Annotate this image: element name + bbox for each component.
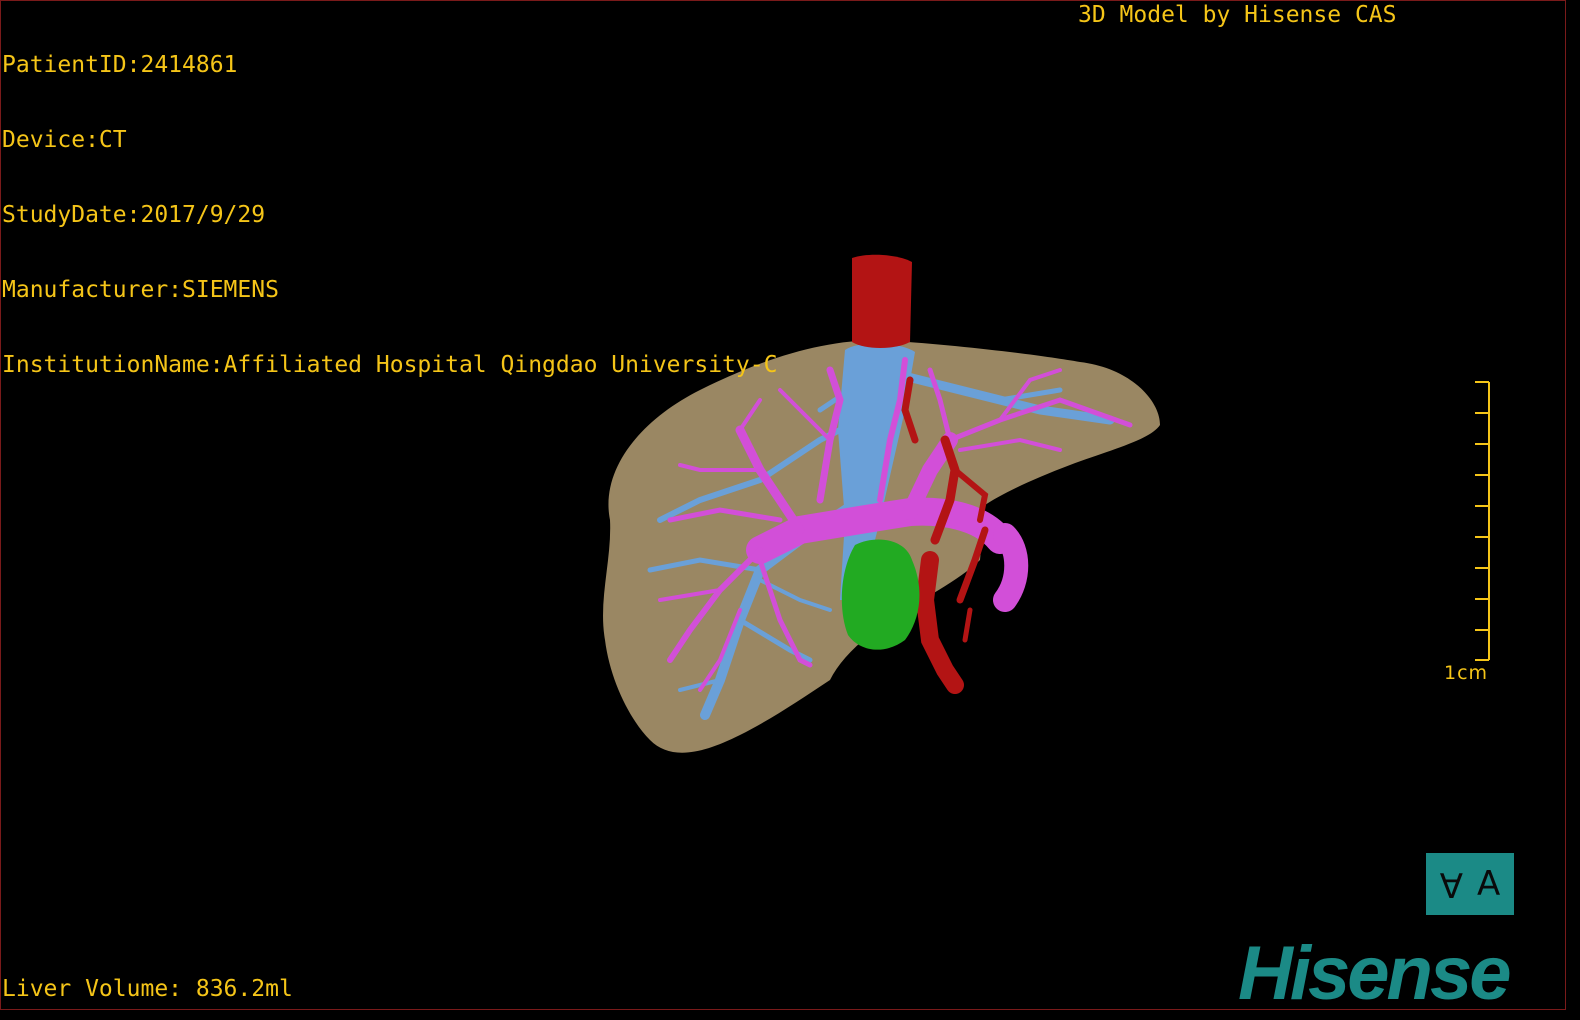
tumor: [841, 539, 920, 650]
device: Device:CT: [2, 127, 127, 153]
orientation-cube-icon[interactable]: A A: [1426, 853, 1514, 915]
scale-bar: [1475, 381, 1490, 661]
institution-name: InstitutionName:Affiliated Hospital Qing…: [2, 352, 778, 378]
orientation-glyph-left: A: [1439, 864, 1463, 904]
model-credit: 3D Model by Hisense CAS: [1078, 2, 1397, 28]
liver-volume: Liver Volume: 836.2ml: [2, 976, 293, 1002]
study-date: StudyDate:2017/9/29: [2, 202, 266, 228]
scale-bar-label: 1cm: [1444, 662, 1489, 684]
manufacturer: Manufacturer:SIEMENS: [2, 277, 279, 303]
aorta: [852, 254, 912, 348]
patient-info-panel: PatientID:2414861 Device:CT StudyDate:20…: [2, 3, 777, 403]
orientation-glyph-right: A: [1477, 864, 1501, 904]
patient-id: PatientID:2414861: [2, 52, 238, 78]
hisense-logo: Hisense: [1238, 931, 1511, 1016]
